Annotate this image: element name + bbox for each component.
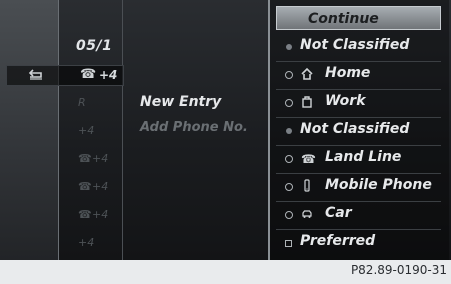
list-item-label: Mobile Phone: [325, 177, 432, 193]
left-background-strip: [0, 0, 59, 260]
faded-list-item: ☎+4: [78, 152, 109, 165]
list-item-label: Car: [325, 205, 352, 221]
phone-icon: ☎: [78, 208, 92, 221]
bullet-icon: [286, 128, 292, 134]
list-item-label: Not Classified: [300, 37, 410, 53]
radio-button[interactable]: [285, 183, 293, 191]
list-item[interactable]: Not Classified: [270, 118, 449, 146]
list-item[interactable]: Preferred: [270, 230, 449, 258]
landline-icon: ☎: [301, 152, 316, 166]
list-item[interactable]: ☎ Land Line: [270, 146, 449, 174]
faded-list-item: ☎+4: [78, 208, 109, 221]
phone-number-snippet: +4: [99, 68, 118, 82]
add-phone-number-menu-item[interactable]: Add Phone No.: [140, 120, 248, 135]
phone-icon: ☎: [80, 67, 97, 82]
new-entry-menu-item[interactable]: New Entry: [140, 94, 221, 110]
radio-button[interactable]: [285, 211, 293, 219]
classification-panel: Continue Not Classified Home Work Not Cl…: [268, 0, 449, 260]
classification-list: Not Classified Home Work Not Classified …: [270, 34, 449, 258]
list-item[interactable]: Home: [270, 62, 449, 90]
list-item-label: Home: [325, 65, 371, 81]
car-icon: [302, 210, 312, 218]
column-divider: [122, 0, 123, 260]
back-icon[interactable]: [28, 68, 44, 82]
radio-button[interactable]: [285, 99, 293, 107]
continue-button[interactable]: Continue: [276, 6, 441, 30]
figure-code: P82.89-0190-31: [350, 263, 447, 277]
footer: P82.89-0190-31: [0, 260, 451, 284]
phone-icon: ☎: [78, 152, 92, 165]
faded-list-item: ☎+4: [78, 180, 109, 193]
mobile-icon: [304, 179, 310, 192]
screen: 05/1 ☎ +4 R +4 ☎+4 ☎+4 ☎+4 +4 New Entry …: [0, 0, 451, 260]
list-item[interactable]: Mobile Phone: [270, 174, 449, 202]
radio-button[interactable]: [285, 155, 293, 163]
work-icon: [302, 96, 312, 108]
faded-list-item: R: [78, 96, 86, 109]
list-item-label: Land Line: [325, 149, 402, 165]
faded-list-item: +4: [78, 124, 95, 137]
list-item[interactable]: Not Classified: [270, 34, 449, 62]
list-item-label: Not Classified: [300, 121, 410, 137]
back-row[interactable]: ☎ +4: [6, 65, 124, 86]
radio-button[interactable]: [285, 71, 293, 79]
checkbox[interactable]: [285, 240, 292, 247]
bullet-icon: [286, 44, 292, 50]
phone-icon: ☎: [78, 180, 92, 193]
date-header: 05/1: [76, 38, 113, 54]
list-item[interactable]: Car: [270, 202, 449, 230]
faded-list-item: +4: [78, 236, 95, 249]
list-item-label: Work: [325, 93, 366, 109]
home-icon: [301, 67, 313, 80]
list-item-label: Preferred: [300, 233, 376, 249]
list-item[interactable]: Work: [270, 90, 449, 118]
